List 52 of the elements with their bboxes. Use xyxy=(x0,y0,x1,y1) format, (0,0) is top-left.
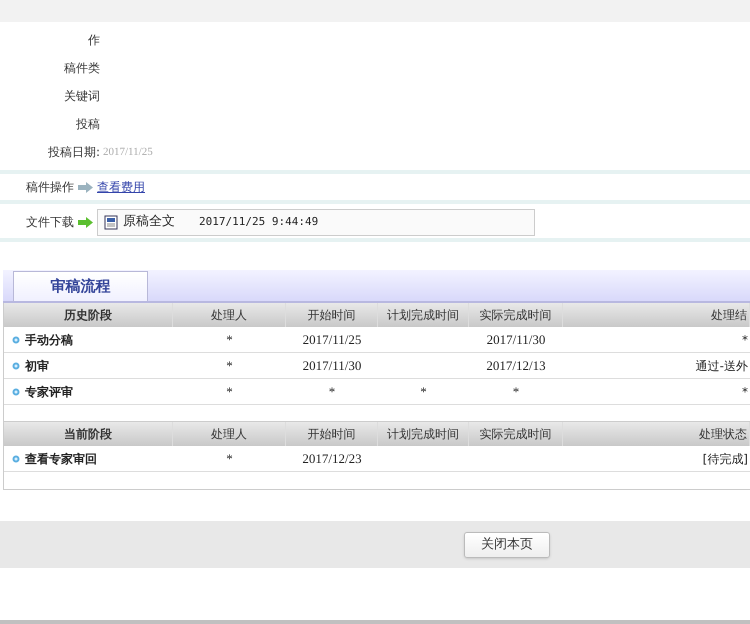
table-cell-text: 2017/11/25 xyxy=(302,330,362,349)
column-header: 计划完成时间 xyxy=(378,422,469,446)
field-label: 作 xyxy=(87,32,100,49)
link[interactable]: 查看费用 xyxy=(97,178,145,196)
table-cell-text: * xyxy=(742,332,748,348)
table-cell-text: * xyxy=(226,450,233,468)
arrow-icon xyxy=(78,216,93,228)
table-cell-text: * xyxy=(226,382,233,401)
field-label: 文件下载 xyxy=(26,214,74,231)
column-header: 开始时间 xyxy=(286,303,378,327)
column-header: 实际完成时间 xyxy=(469,422,563,446)
arrow-icon xyxy=(78,182,93,192)
table-cell-text: * xyxy=(226,330,233,349)
column-header: 计划完成时间 xyxy=(378,303,469,327)
table-cell-text: 2017/11/30 xyxy=(486,330,546,349)
table-cell-text: 初审 xyxy=(25,358,49,374)
field-value: 2017/11/25 xyxy=(103,144,153,160)
bullet-icon xyxy=(12,388,20,396)
field-label: 稿件操作 xyxy=(26,179,74,196)
table-cell-text: 手动分稿 xyxy=(25,332,73,348)
bullet-icon xyxy=(12,336,20,344)
column-header: 历史阶段 xyxy=(4,303,173,327)
table-cell-text: 2017/11/30 xyxy=(302,356,362,375)
table-cell-text: 2017/12/23 xyxy=(302,450,362,468)
table-cell-text: * xyxy=(742,384,748,400)
column-header: 处理状态 xyxy=(563,422,750,446)
file-link[interactable]: 原稿全文 xyxy=(123,212,175,232)
table-cell-text: 专家评审 xyxy=(25,384,73,400)
close-button[interactable]: 关闭本页 xyxy=(464,532,550,558)
column-header: 处理人 xyxy=(173,422,286,446)
column-header: 处理结 xyxy=(563,303,750,327)
table-cell-text: * xyxy=(512,382,520,401)
column-header: 处理人 xyxy=(173,303,286,327)
tab[interactable]: 审稿流程 xyxy=(13,271,148,301)
bullet-icon xyxy=(12,362,20,370)
table-cell-text: 2017/12/13 xyxy=(486,356,546,375)
table-cell-text: * xyxy=(328,382,336,401)
bullet-icon xyxy=(12,454,20,462)
table-cell-text: * xyxy=(226,356,233,375)
column-header: 实际完成时间 xyxy=(469,303,563,327)
file-time: 2017/11/25 9:44:49 xyxy=(199,214,318,230)
table-cell-text: [待完成] xyxy=(702,450,748,468)
column-header: 开始时间 xyxy=(286,422,378,446)
table-cell-text: 查看专家审回 xyxy=(25,450,97,468)
table-cell-text: * xyxy=(420,382,427,401)
field-label: 投稿 xyxy=(75,116,100,133)
field-label: 投稿日期: xyxy=(46,144,100,161)
field-label: 关键词 xyxy=(63,88,100,105)
table-cell-text: 通过-送外 xyxy=(696,358,748,374)
column-header: 当前阶段 xyxy=(4,422,173,446)
field-label: 稿件类 xyxy=(63,60,100,77)
document-icon xyxy=(104,214,119,230)
